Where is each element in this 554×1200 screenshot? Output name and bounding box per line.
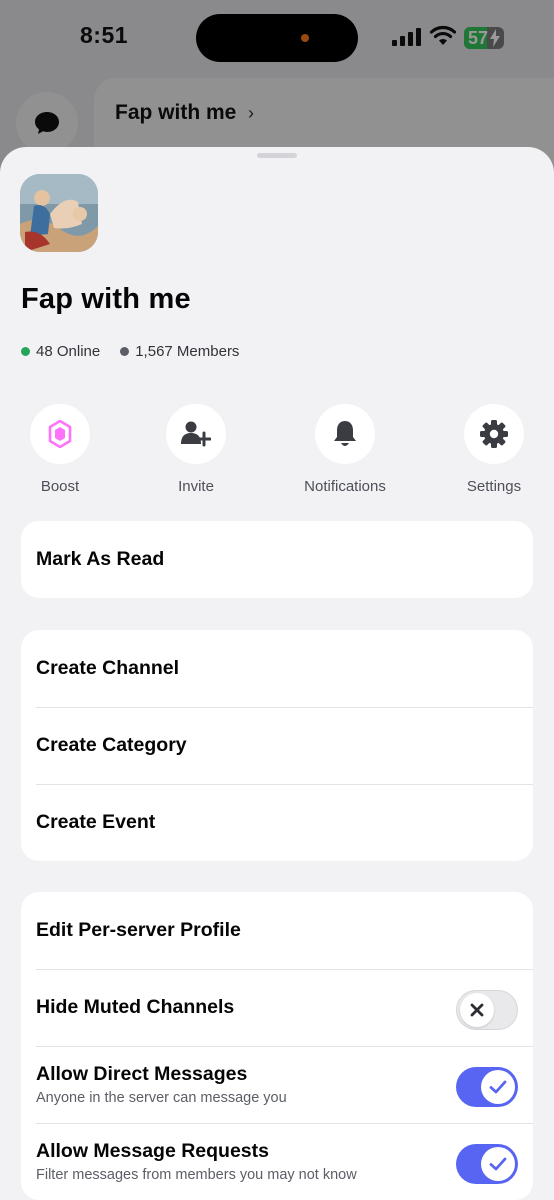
allow-message-requests-item: Allow Message Requests Filter messages f… <box>21 1123 533 1200</box>
create-category-label: Create Category <box>36 734 187 756</box>
settings-circle[interactable] <box>464 404 524 464</box>
member-count-label: 1,567 Members <box>135 343 240 360</box>
create-group: Create Channel Create Category Create Ev… <box>21 630 533 861</box>
allow-direct-messages-item: Allow Direct Messages Anyone in the serv… <box>21 1046 533 1123</box>
bell-icon <box>334 421 356 446</box>
toggle-knob <box>481 1147 515 1181</box>
read-group: Mark As Read <box>21 521 533 598</box>
create-event-label: Create Event <box>36 811 156 833</box>
mark-as-read-label: Mark As Read <box>36 548 165 570</box>
hide-muted-channels-item: Hide Muted Channels <box>21 969 533 1046</box>
toggle-knob <box>481 1070 515 1104</box>
invite-user-icon <box>181 421 211 447</box>
quick-actions: Boost Invite Notifications Settings <box>0 404 554 504</box>
boost-circle[interactable] <box>30 404 90 464</box>
hide-muted-channels-toggle[interactable] <box>456 990 518 1030</box>
server-name: Fap with me <box>21 283 191 315</box>
members-dot-icon <box>120 347 130 356</box>
online-count: 48 Online <box>21 343 100 360</box>
allow-message-requests-toggle[interactable] <box>456 1144 518 1184</box>
edit-server-profile-label: Edit Per-server Profile <box>36 919 241 941</box>
notifications-circle[interactable] <box>315 404 375 464</box>
server-avatar <box>20 174 98 252</box>
checkmark-icon <box>489 1080 507 1094</box>
create-channel-label: Create Channel <box>36 657 180 679</box>
server-stats: 48 Online 1,567 Members <box>21 343 259 360</box>
member-count: 1,567 Members <box>120 343 239 360</box>
server-action-sheet: Fap with me 48 Online 1,567 Members Boos… <box>0 147 554 1200</box>
sheet-grabber[interactable] <box>257 153 297 158</box>
invite-label: Invite <box>178 478 214 495</box>
settings-button[interactable]: Settings <box>434 404 554 495</box>
invite-button[interactable]: Invite <box>136 404 256 495</box>
edit-server-profile-item[interactable]: Edit Per-server Profile <box>21 892 533 969</box>
notifications-label: Notifications <box>304 478 386 495</box>
boost-label: Boost <box>40 478 80 495</box>
checkmark-icon <box>489 1157 507 1171</box>
mark-as-read-item[interactable]: Mark As Read <box>21 521 533 598</box>
settings-label: Settings <box>466 478 522 495</box>
online-dot-icon <box>21 347 30 356</box>
create-channel-item[interactable]: Create Channel <box>21 630 533 707</box>
allow-direct-messages-toggle[interactable] <box>456 1067 518 1107</box>
toggle-knob <box>460 993 494 1027</box>
create-event-item[interactable]: Create Event <box>21 784 533 861</box>
invite-circle[interactable] <box>166 404 226 464</box>
online-count-label: 48 Online <box>36 343 101 360</box>
settings-group: Edit Per-server Profile Hide Muted Chann… <box>21 892 533 1200</box>
boost-button[interactable]: Boost <box>0 404 120 495</box>
notifications-button[interactable]: Notifications <box>285 404 405 495</box>
create-category-item[interactable]: Create Category <box>21 707 533 784</box>
gear-icon <box>480 420 508 448</box>
boost-gem-icon <box>48 420 72 448</box>
close-icon <box>470 1003 484 1017</box>
